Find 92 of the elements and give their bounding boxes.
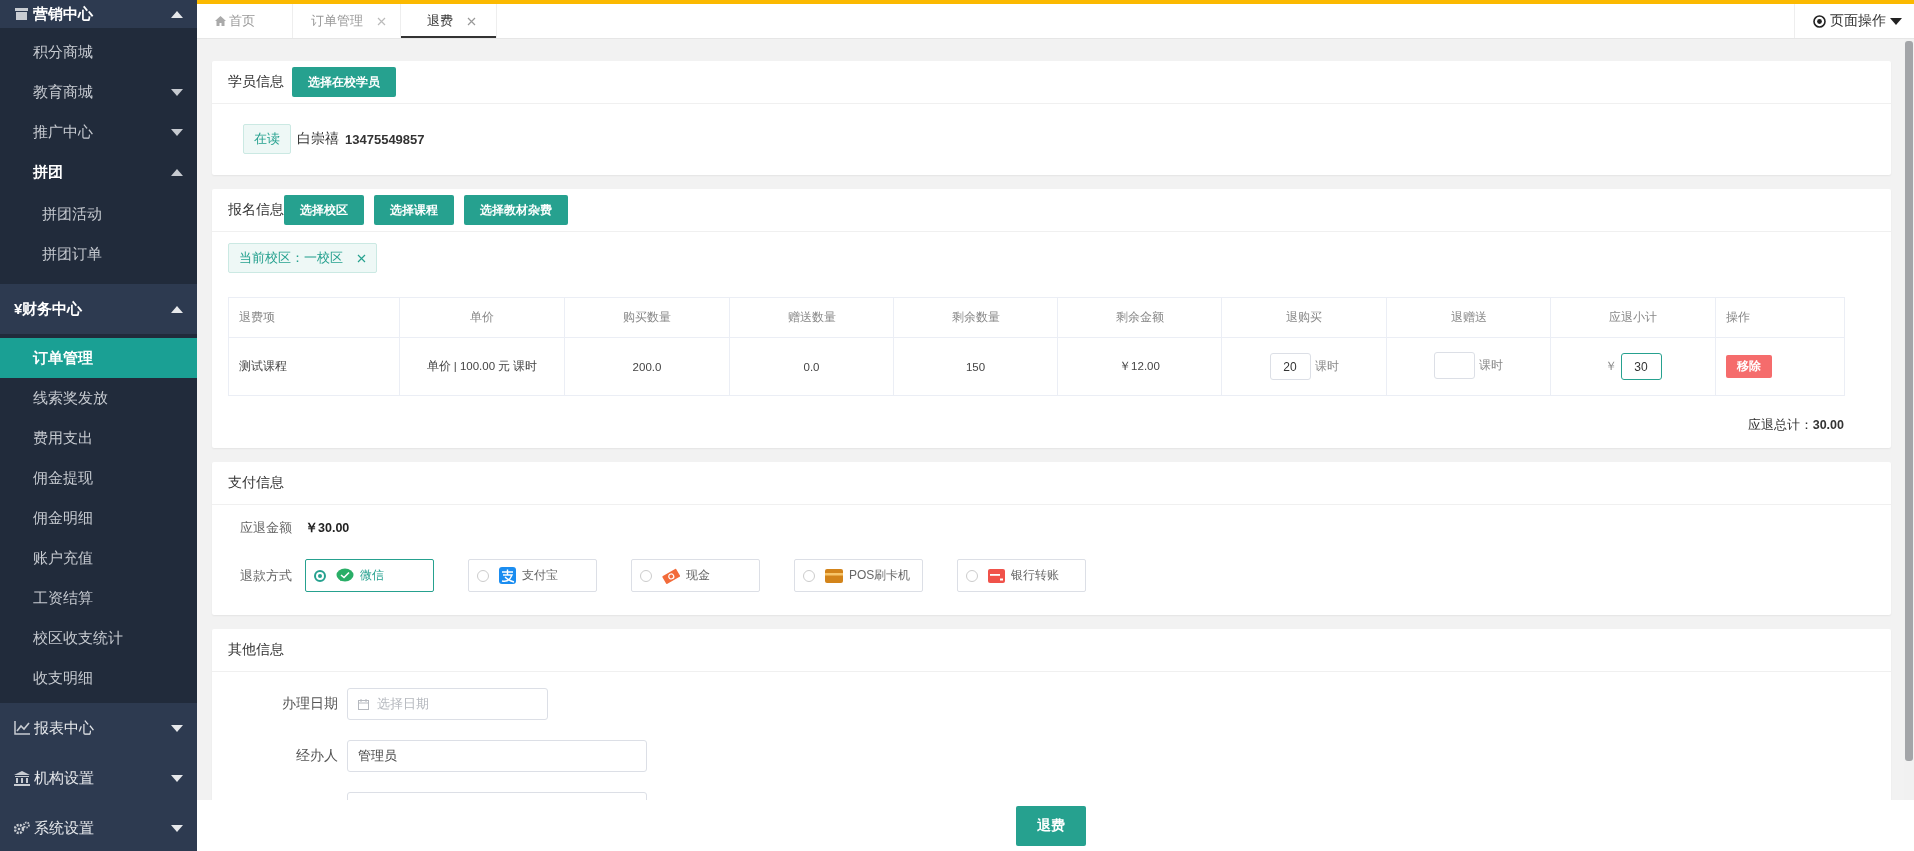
caret-icon	[1890, 17, 1902, 25]
unit-label: 课时	[1314, 359, 1339, 374]
refund-method-option[interactable]: POS刷卡机	[794, 559, 923, 592]
currency-sign: ￥	[1604, 359, 1617, 374]
sidebar-item[interactable]: 积分商城	[0, 32, 197, 72]
chat-bubble-icon	[336, 568, 354, 583]
student-name: 白崇禧	[297, 130, 339, 148]
input-field[interactable]: 20	[1269, 353, 1311, 380]
caret-icon	[171, 88, 183, 96]
page-actions-menu[interactable]: 页面操作	[1794, 4, 1914, 38]
sidebar-item[interactable]: 线索奖发放	[0, 378, 197, 418]
target-icon	[1813, 14, 1826, 28]
sidebar-item[interactable]: 佣金提现	[0, 458, 197, 498]
caret-icon	[171, 128, 183, 136]
close-icon[interactable]	[377, 16, 386, 26]
column-header: 购买数量	[564, 297, 730, 338]
refund-method-option[interactable]: 支付宝	[468, 559, 597, 592]
caret-icon	[171, 10, 183, 18]
total-value: 30.00	[1812, 418, 1844, 432]
table-cell: 150	[893, 337, 1058, 396]
column-header: 退赠送	[1386, 297, 1551, 338]
caret-icon	[171, 168, 183, 176]
input-field[interactable]	[1434, 352, 1475, 379]
section-title: 支付信息	[228, 474, 284, 492]
student-phone: 13475549857	[345, 131, 425, 147]
column-header: 剩余数量	[893, 297, 1058, 338]
campus-tag: 当前校区：一校区	[228, 243, 377, 273]
refund-method-option[interactable]: 银行转账	[957, 559, 1086, 592]
close-icon[interactable]	[357, 253, 366, 263]
calendar-icon	[358, 698, 369, 710]
sidebar-item[interactable]: 工资结算	[0, 578, 197, 618]
caret-icon	[171, 305, 183, 313]
sidebar-item[interactable]: 收支明细	[0, 658, 197, 698]
unit-label: 课时	[1479, 358, 1503, 373]
sidebar-item[interactable]: 账户充值	[0, 538, 197, 578]
sidebar-item[interactable]: 拼团活动	[0, 194, 197, 234]
table-cell: 0.0	[729, 337, 894, 396]
sidebar-item[interactable]: 佣金明细	[0, 498, 197, 538]
column-header: 退购买	[1221, 297, 1387, 338]
table-cell: 200.0	[564, 337, 730, 396]
store-icon	[14, 7, 29, 21]
field-label: 办理日期	[281, 695, 338, 713]
section-title: 报名信息	[228, 201, 284, 219]
refund-method-option[interactable]: 现金	[631, 559, 760, 592]
sidebar-item[interactable]: 拼团订单	[0, 234, 197, 274]
sidebar-item[interactable]: 教育商城	[0, 72, 197, 112]
column-header: 单价	[399, 297, 565, 338]
sidebar-group[interactable]: 报表中心	[0, 703, 197, 753]
sidebar-group[interactable]: ¥财务中心	[0, 284, 197, 334]
sidebar-item[interactable]: 推广中心	[0, 112, 197, 152]
tab-label: 退费	[427, 12, 453, 30]
sidebar-group[interactable]: 机构设置	[0, 753, 197, 803]
table-cell: 单价 | 100.00 元 课时	[399, 337, 565, 396]
table-cell: ￥12.00	[1057, 337, 1222, 396]
bank-icon	[14, 770, 30, 786]
caret-icon	[171, 724, 183, 732]
column-header: 操作	[1715, 297, 1845, 338]
card-icon	[988, 568, 1005, 583]
caret-icon	[171, 774, 183, 782]
sidebar-group[interactable]: 营销中心	[0, 0, 197, 28]
scrollbar-thumb[interactable]	[1905, 41, 1913, 761]
wallet-icon	[825, 568, 843, 583]
banknote-icon	[662, 567, 680, 584]
status-tag: 在读	[243, 124, 291, 154]
field-label: 经办人	[295, 747, 338, 765]
sidebar-group[interactable]: 系统设置	[0, 803, 197, 851]
column-header: 应退小计	[1550, 297, 1716, 338]
section-title: 其他信息	[228, 641, 284, 659]
sidebar-item[interactable]: 校区收支统计	[0, 618, 197, 658]
sidebar-item[interactable]: 费用支出	[0, 418, 197, 458]
input-field[interactable]: 管理员	[347, 740, 647, 772]
total-label: 应退总计：	[1747, 416, 1813, 434]
payment-app-icon	[499, 567, 516, 584]
sidebar-item[interactable]: 拼团	[0, 152, 197, 192]
caret-icon	[171, 824, 183, 832]
line-chart-icon	[14, 721, 30, 735]
gears-icon	[14, 821, 30, 835]
refund-amount: ￥30.00	[305, 519, 350, 537]
radio-button[interactable]	[314, 569, 326, 582]
column-header: 剩余金额	[1057, 297, 1222, 338]
table-cell: 测试课程	[228, 337, 400, 396]
field-label: 应退金额	[240, 519, 292, 537]
section-title: 学员信息	[228, 73, 284, 91]
close-icon[interactable]	[467, 16, 476, 26]
tab-label: 首页	[229, 12, 255, 30]
tab-label: 订单管理	[311, 12, 363, 30]
column-header: 退费项	[228, 297, 400, 338]
tab[interactable]: 退费	[401, 4, 497, 38]
column-header: 赠送数量	[729, 297, 894, 338]
home-icon	[215, 16, 226, 26]
field-label: 退款方式	[240, 566, 292, 585]
input-field[interactable]: 30	[1620, 353, 1662, 380]
